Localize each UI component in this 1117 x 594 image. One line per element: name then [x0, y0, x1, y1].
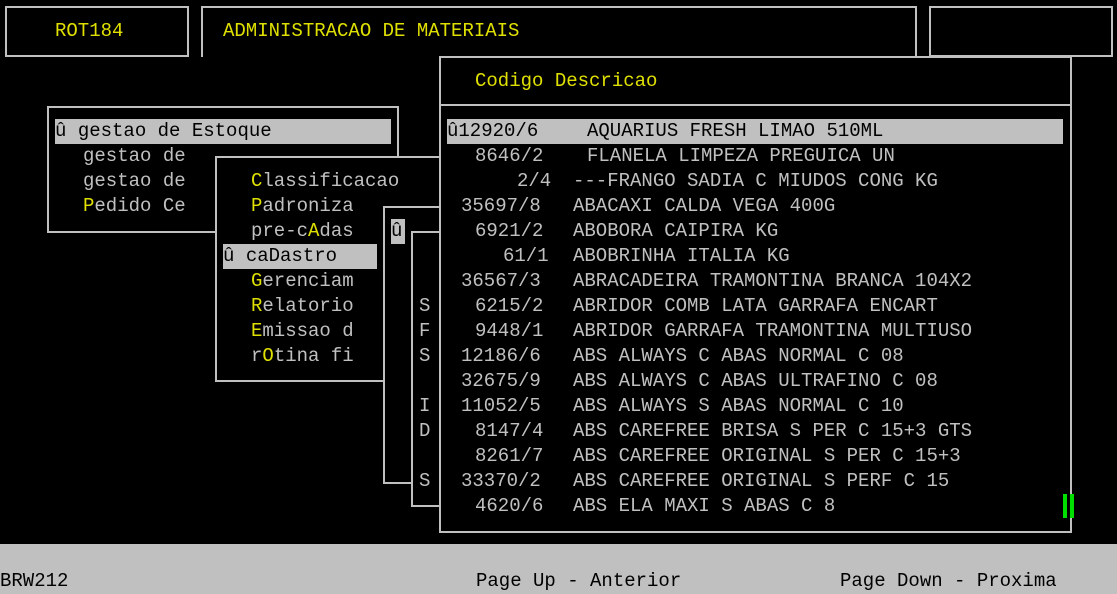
hotkey-letter: P [83, 195, 95, 217]
hotkey-letter: P [251, 195, 263, 217]
submenu4-letter[interactable]: D [419, 419, 430, 444]
item-description: ABRIDOR GARRAFA TRAMONTINA MULTIUSO [573, 320, 973, 342]
item-code: 35697/8 [461, 195, 541, 217]
item-description: AQUARIUS FRESH LIMAO 510ML [587, 120, 884, 142]
item-description: ABS ALWAYS C ABAS ULTRAFINO C 08 [573, 370, 938, 392]
item-description: ---FRANGO SADIA C MIUDOS CONG KG [573, 170, 938, 192]
item-code: 8261/7 [475, 445, 544, 467]
lookup-header-divider [441, 104, 1070, 106]
item-description: ABS CAREFREE BRISA S PER C 15+3 GTS [573, 420, 973, 442]
item-code: 8147/4 [475, 420, 544, 442]
item-code: 33370/2 [461, 470, 541, 492]
hotkey-letter: R [251, 295, 263, 317]
submenu4-letter[interactable]: S [419, 294, 430, 319]
item-code: 11052/5 [461, 395, 541, 417]
submenu-item-pre-cadas[interactable]: pre-cAdas [251, 219, 354, 244]
submenu4-letter[interactable]: F [419, 319, 430, 344]
item-description: ABACAXI CALDA VEGA 400G [573, 195, 836, 217]
item-code: 8646/2 [475, 145, 544, 167]
submenu3-selection-marker[interactable]: û [391, 219, 405, 244]
submenu4-letter[interactable]: S [419, 344, 430, 369]
hotkey-letter: E [251, 320, 263, 342]
item-description: ABS ELA MAXI S ABAS C 8 [573, 495, 836, 517]
hotkey-letter: A [308, 220, 320, 242]
item-code: 4620/6 [475, 495, 544, 517]
menu-item-pedido-rest: edido Ce [94, 195, 186, 217]
selection-marker: û [55, 120, 67, 142]
hotkey-letter: C [251, 170, 263, 192]
submenu-item-relatorio[interactable]: Relatorio [251, 294, 354, 319]
page-down-hint[interactable]: Page Down - Proxima [840, 569, 1057, 594]
item-description: ABRIDOR COMB LATA GARRAFA ENCART [573, 295, 938, 317]
submenu-item-emissao[interactable]: Emissao d [251, 319, 354, 344]
item-code: 2/4 [517, 170, 552, 192]
item-description: ABS ALWAYS S ABAS NORMAL C 10 [573, 395, 904, 417]
submenu-item-gerenciam[interactable]: Gerenciam [251, 269, 354, 294]
app-title: ADMINISTRACAO DE MATERIAIS [223, 20, 520, 42]
item-description: ABS CAREFREE ORIGINAL S PER C 15+3 [573, 445, 961, 467]
item-code: 61/1 [503, 245, 549, 267]
item-code: û12920/6 [447, 120, 539, 142]
submenu-item-classificacao[interactable]: Classificacao [251, 169, 399, 194]
submenu4-letter[interactable]: S [419, 469, 430, 494]
item-description: ABS ALWAYS C ABAS NORMAL C 08 [573, 345, 904, 367]
menu-item-pedido[interactable]: Pedido Ce [83, 194, 186, 219]
item-code: 12186/6 [461, 345, 541, 367]
submenu-item-padroniza[interactable]: Padroniza [251, 194, 354, 219]
status-bar: BRW212 Page Up - Anterior Page Down - Pr… [0, 544, 1117, 594]
page-up-hint[interactable]: Page Up - Anterior [476, 569, 681, 594]
item-code: 36567/3 [461, 270, 541, 292]
menu-item-gestao-3[interactable]: gestao de [83, 169, 186, 194]
right-header-box [929, 6, 1113, 57]
item-code: 9448/1 [475, 320, 544, 342]
hotkey-letter: G [251, 270, 263, 292]
menu-item-gestao-estoque[interactable]: û gestao de Estoque [55, 119, 391, 144]
submenu-item-cadastro[interactable]: û caDastro [223, 244, 377, 269]
submenu-item-rotina[interactable]: rOtina fi [251, 344, 354, 369]
item-description: ABRACADEIRA TRAMONTINA BRANCA 104X2 [573, 270, 973, 292]
hotkey-letter: O [262, 345, 274, 367]
item-code: 6921/2 [475, 220, 544, 242]
submenu4-letter[interactable]: I [419, 394, 430, 419]
item-code: 32675/9 [461, 370, 541, 392]
item-code: 6215/2 [475, 295, 544, 317]
routine-code: ROT184 [55, 20, 124, 42]
menu-item-gestao-2[interactable]: gestao de [83, 144, 186, 169]
item-description: FLANELA LIMPEZA PREGUICA UN [587, 145, 895, 167]
item-description: ABOBRINHA ITALIA KG [573, 245, 790, 267]
scrollbar-thumb[interactable] [1062, 494, 1076, 518]
lookup-column-header: Codigo Descricao [475, 70, 658, 92]
selection-marker: û [223, 245, 235, 267]
item-description: ABOBORA CAIPIRA KG [573, 220, 779, 242]
item-description: ABS CAREFREE ORIGINAL S PERF C 15 [573, 470, 950, 492]
program-code: BRW212 [0, 570, 69, 592]
